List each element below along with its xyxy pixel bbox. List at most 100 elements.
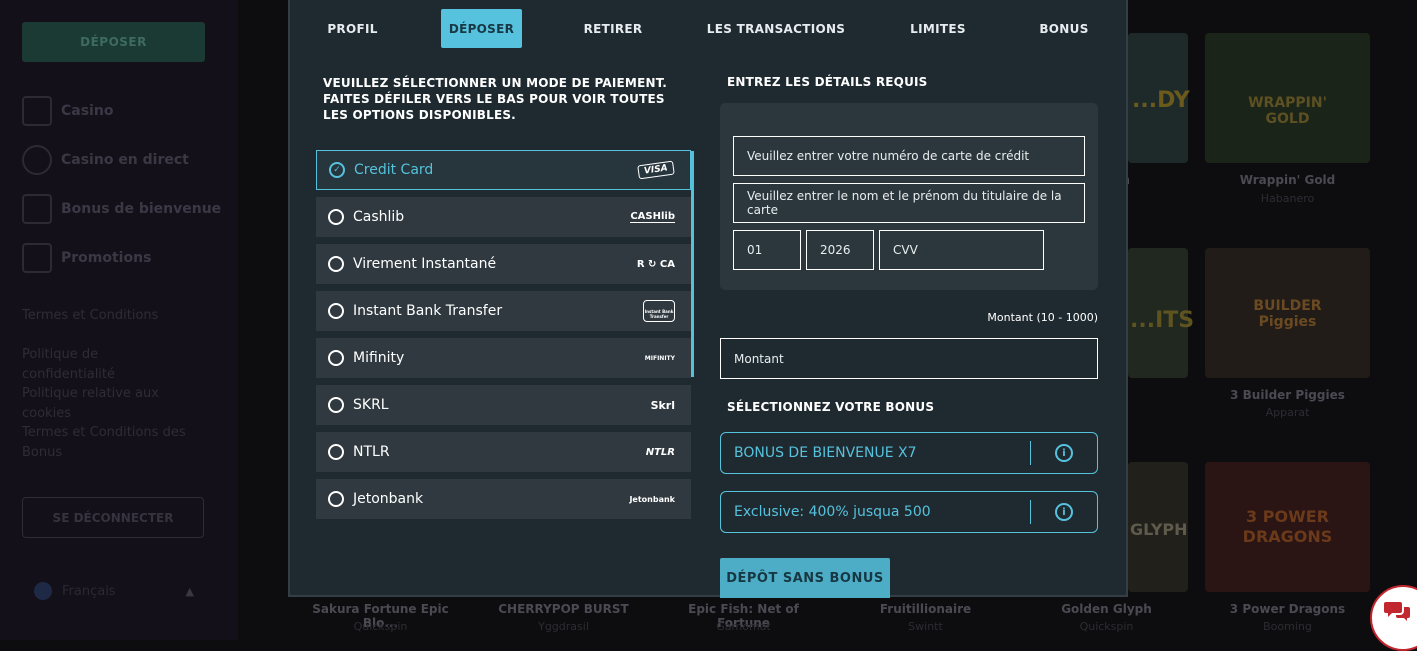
casino-icon — [22, 96, 52, 126]
payment-method-label: Jetonbank — [353, 491, 424, 507]
game-provider: Quickspin — [1079, 620, 1134, 633]
payment-method-credit-card[interactable]: ✓ Credit Card VISA — [316, 150, 691, 190]
game-provider: Habanero — [1260, 192, 1315, 205]
game-name: Golden Glyph — [1061, 602, 1152, 616]
mifinity-logo-icon: MIFINITY — [644, 354, 675, 362]
game-tile[interactable]: GLYPH — [1128, 462, 1188, 592]
bonus-label: BONUS DE BIENVENUE X7 — [734, 445, 917, 461]
expiry-month-select[interactable]: 01 — [733, 230, 801, 270]
game-provider: Quickspin — [353, 620, 408, 633]
game-tile[interactable]: ...DY — [1128, 33, 1190, 163]
bonus-option-welcome[interactable]: BONUS DE BIENVENUE X7 i — [720, 432, 1098, 474]
payment-method-skrl[interactable]: SKRL Skrl — [316, 385, 691, 425]
check-circle-icon: ✓ — [329, 162, 345, 178]
game-name: Wrappin' Gold — [1239, 173, 1336, 187]
deposit-without-bonus-button[interactable]: DÉPÔT SANS BONUS — [720, 558, 890, 598]
tab-profile[interactable]: PROFIL — [310, 9, 395, 48]
game-tile[interactable]: WRAPPIN' GOLD — [1205, 33, 1370, 163]
visa-logo-icon: VISA — [637, 160, 675, 180]
sidebar-item-casino[interactable]: Casino — [22, 96, 113, 126]
radio-icon — [328, 444, 344, 460]
sidebar-link-terms[interactable]: Termes et Conditions — [22, 306, 192, 326]
info-icon[interactable]: i — [1055, 444, 1073, 462]
payment-method-instructions: VEUILLEZ SÉLECTIONNER UN MODE DE PAIEMEN… — [323, 76, 668, 122]
bonus-option-exclusive[interactable]: Exclusive: 400% jusqua 500 i — [720, 491, 1098, 533]
radio-icon — [328, 491, 344, 507]
payment-method-label: SKRL — [353, 397, 389, 413]
card-number-input[interactable]: Veuillez entrer votre numéro de carte de… — [733, 136, 1085, 176]
game-name: Fruitillionaire — [879, 602, 972, 616]
game-provider: Gamomat — [716, 620, 771, 633]
game-tile-art: WRAPPIN' GOLD — [1248, 95, 1327, 127]
game-name: CHERRYPOP BURST — [498, 602, 629, 616]
sidebar-item-promotions[interactable]: Promotions — [22, 243, 151, 273]
payment-method-cashlib[interactable]: Cashlib CASHlib — [316, 197, 691, 237]
game-provider: Yggdrasil — [538, 620, 589, 633]
virement-logo-icon: R ↻ CA — [636, 258, 675, 270]
game-tile[interactable]: BUILDER Piggies — [1205, 248, 1370, 378]
bank-transfer-logo-icon: Instant Bank Transfer — [643, 300, 675, 322]
sidebar-item-welcome-bonus[interactable]: Bonus de bienvenue — [22, 194, 221, 224]
payment-method-instant-bank-transfer[interactable]: Instant Bank Transfer Instant Bank Trans… — [316, 291, 691, 331]
sidebar-item-label: Casino en direct — [61, 152, 189, 168]
sidebar-link-privacy[interactable]: Politique de confidentialité — [22, 345, 192, 385]
payment-method-ntlr[interactable]: NTLR NTLR — [316, 432, 691, 472]
account-modal: PROFIL DÉPOSER RETIRER LES TRANSACTIONS … — [288, 0, 1128, 598]
skrl-logo-icon: Skrl — [650, 398, 675, 412]
game-tile-art: GLYPH — [1130, 520, 1188, 539]
amount-input[interactable]: Montant — [720, 338, 1098, 379]
payment-method-instant-transfer[interactable]: Virement Instantané R ↻ CA — [316, 244, 691, 284]
bonus-select-title: SÉLECTIONNEZ VOTRE BONUS — [727, 400, 935, 414]
card-details-panel: Veuillez entrer votre numéro de carte de… — [720, 103, 1098, 290]
sidebar-item-live-casino[interactable]: Casino en direct — [22, 145, 189, 175]
bonus-divider — [1030, 500, 1031, 524]
game-provider: Apparat — [1265, 406, 1310, 419]
promotions-icon — [22, 243, 52, 273]
radio-icon — [328, 303, 344, 319]
game-tile-art: 3 POWER DRAGONS — [1242, 507, 1333, 546]
chevron-up-icon: ▲ — [185, 584, 194, 598]
sidebar-link-bonus-terms[interactable]: Termes et Conditions des Bonus — [22, 423, 192, 463]
payment-method-label: Cashlib — [353, 209, 405, 225]
game-tile[interactable]: ...ITS — [1128, 248, 1194, 378]
payment-method-label: NTLR — [353, 444, 390, 460]
language-label: Français — [62, 583, 116, 599]
cashlib-logo-icon: CASHlib — [630, 211, 675, 223]
sidebar-deposit-button[interactable]: DÉPOSER — [22, 22, 205, 62]
tab-withdraw[interactable]: RETIRER — [572, 9, 654, 48]
tab-bonus[interactable]: BONUS — [1028, 9, 1100, 48]
card-holder-input[interactable]: Veuillez entrer le nom et le prénom du t… — [733, 183, 1085, 223]
info-icon[interactable]: i — [1055, 503, 1073, 521]
modal-tabs: PROFIL DÉPOSER RETIRER LES TRANSACTIONS … — [290, 8, 1126, 50]
tab-limits[interactable]: LIMITES — [898, 9, 978, 48]
chat-icon — [1384, 602, 1410, 621]
payment-list-scrollbar[interactable] — [691, 151, 694, 377]
tab-transactions[interactable]: LES TRANSACTIONS — [704, 9, 848, 48]
amount-range-label: Montant (10 - 1000) — [987, 311, 1098, 324]
sidebar: DÉPOSER Casino Casino en direct Bonus de… — [0, 0, 238, 640]
payment-method-mifinity[interactable]: Mifinity MIFINITY — [316, 338, 691, 378]
payment-method-label: Virement Instantané — [353, 256, 497, 272]
radio-icon — [328, 256, 344, 272]
sidebar-item-label: Promotions — [61, 250, 152, 266]
logout-button[interactable]: SE DÉCONNECTER — [22, 497, 204, 538]
flag-icon — [34, 582, 52, 600]
radio-icon — [328, 209, 344, 225]
cvv-input[interactable]: CVV — [879, 230, 1044, 270]
sidebar-link-cookies[interactable]: Politique relative aux cookies — [22, 384, 192, 424]
gift-icon — [22, 194, 52, 224]
jetonbank-logo-icon: Jetonbank — [629, 494, 675, 504]
language-selector[interactable]: Français ▲ — [34, 582, 194, 600]
live-casino-icon — [22, 145, 52, 175]
game-tile[interactable]: 3 POWER DRAGONS — [1205, 462, 1370, 592]
payment-method-label: Instant Bank Transfer — [353, 303, 503, 319]
tab-deposit[interactable]: DÉPOSER — [441, 9, 522, 48]
game-tile-art: ...DY — [1132, 88, 1190, 113]
expiry-year-select[interactable]: 2026 — [806, 230, 874, 270]
details-title: ENTREZ LES DÉTAILS REQUIS — [727, 75, 928, 89]
radio-icon — [328, 350, 344, 366]
game-provider: Swintt — [908, 620, 943, 633]
game-tile-art: BUILDER Piggies — [1253, 298, 1322, 330]
payment-method-jetonbank[interactable]: Jetonbank Jetonbank — [316, 479, 691, 519]
radio-icon — [328, 397, 344, 413]
